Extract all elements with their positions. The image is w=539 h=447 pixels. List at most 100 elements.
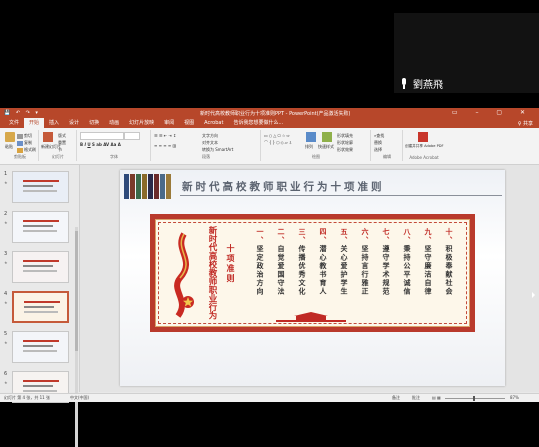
text-direction-button[interactable]: 文字方向 bbox=[202, 133, 218, 139]
quick-styles-icon[interactable] bbox=[322, 132, 332, 142]
group-label-adobe: Adobe Acrobat bbox=[409, 155, 439, 160]
align-text-button[interactable]: 对齐文本 bbox=[202, 140, 218, 146]
animation-star-icon: ★ bbox=[4, 340, 8, 345]
language-indicator[interactable]: 中文(中国) bbox=[70, 395, 89, 401]
shape-fill-button[interactable]: 形状填充 bbox=[337, 133, 353, 139]
comments-button[interactable]: 批注 bbox=[412, 395, 420, 401]
font-style-buttons[interactable]: B I U S ab AV Aa A bbox=[80, 142, 121, 147]
group-clipboard: 粘贴 剪切 复制 格式刷 剪贴板 bbox=[2, 130, 39, 161]
find-button[interactable]: ⌕查找 bbox=[374, 133, 384, 139]
thumbnail-4[interactable]: 4 ★ bbox=[2, 291, 76, 327]
select-button[interactable]: 选择 bbox=[374, 147, 382, 153]
arrange-button[interactable]: 排列 bbox=[305, 144, 313, 150]
replace-button[interactable]: 替换 bbox=[374, 140, 382, 146]
rule-item: 三、传播优秀文化 bbox=[298, 228, 307, 296]
window-controls[interactable]: ▭ – ▢ ✕ bbox=[452, 109, 533, 116]
scissors-icon bbox=[17, 133, 23, 139]
thumbnail-number: 4 bbox=[4, 291, 8, 297]
thumbnail-number: 1 bbox=[4, 171, 8, 177]
brush-icon bbox=[17, 147, 23, 153]
section-button[interactable]: 节 bbox=[58, 147, 62, 153]
group-font: B I U S ab AV Aa A 字体 bbox=[78, 130, 151, 161]
thumbnail-number: 6 bbox=[4, 371, 8, 377]
thumbnail-2[interactable]: 2 ★ bbox=[2, 211, 76, 247]
thumbnail-image[interactable] bbox=[12, 211, 69, 243]
tab-10[interactable]: 告诉我您想要做什么... bbox=[228, 118, 288, 128]
animation-star-icon: ★ bbox=[4, 220, 8, 225]
align-buttons[interactable]: ≡ ≡ ≡ ≡ ▥ bbox=[154, 143, 176, 148]
mouse-pointer-icon bbox=[532, 292, 535, 298]
animation-star-icon: ★ bbox=[4, 300, 8, 305]
thumbnail-3[interactable]: 3 ★ bbox=[2, 251, 76, 287]
title-underline bbox=[180, 195, 502, 196]
thumbnail-5[interactable]: 5 ★ bbox=[2, 331, 76, 367]
smartart-button[interactable]: 转换为 SmartArt bbox=[202, 147, 233, 153]
animation-star-icon: ★ bbox=[4, 180, 8, 185]
layout-button[interactable]: 版式 bbox=[58, 133, 66, 139]
thumbnail-image[interactable] bbox=[12, 291, 69, 323]
paste-button[interactable]: 粘贴 bbox=[5, 144, 13, 150]
tab-7[interactable]: 审阅 bbox=[159, 118, 179, 128]
tab-6[interactable]: 幻灯片放映 bbox=[124, 118, 159, 128]
group-adobe: 创建并共享 Adobe PDF Adobe Acrobat bbox=[404, 130, 444, 161]
tab-2[interactable]: 插入 bbox=[44, 118, 64, 128]
quick-access-toolbar[interactable]: 💾 ↶ ↷ ▾ bbox=[4, 110, 40, 116]
participant-label: 劉燕飛 bbox=[400, 76, 443, 91]
group-label-slides: 幻灯片 bbox=[52, 154, 64, 159]
tab-5[interactable]: 动画 bbox=[104, 118, 124, 128]
format-painter-button[interactable]: 格式刷 bbox=[17, 147, 36, 153]
font-size-select[interactable] bbox=[124, 132, 140, 140]
zoom-slider[interactable] bbox=[445, 396, 505, 401]
thumbnail-1[interactable]: 1 ★ bbox=[2, 171, 76, 207]
shape-outline-button[interactable]: 形状轮廓 bbox=[337, 140, 353, 146]
shapes-gallery-row2[interactable]: ⌒{}⬡◇▱⇩ bbox=[264, 140, 293, 146]
font-name-select[interactable] bbox=[80, 132, 124, 140]
window-title: 新时代高校教师职业行为十项准则PPT - PowerPoint(产品激活失败) bbox=[200, 111, 351, 117]
slide-counter: 幻灯片 第 4 张，共 11 张 bbox=[4, 395, 50, 400]
group-editing: ⌕查找 替换 选择 编辑 bbox=[372, 130, 403, 161]
zoom-level[interactable]: 87% bbox=[510, 395, 519, 400]
microphone-icon[interactable] bbox=[400, 78, 408, 89]
notes-button[interactable]: 备注 bbox=[392, 395, 400, 401]
ribbon-emblem-icon bbox=[174, 232, 194, 318]
tab-0[interactable]: 文件 bbox=[4, 118, 24, 128]
group-label-paragraph: 段落 bbox=[202, 154, 210, 159]
tab-3[interactable]: 设计 bbox=[64, 118, 84, 128]
paste-icon[interactable] bbox=[5, 132, 15, 142]
new-slide-icon[interactable] bbox=[43, 132, 53, 142]
rules-frame: 新时代高校教师职业行为 十项准则 一、坚定政治方向 二、自觉爱国守法 三、传播优秀文… bbox=[150, 214, 475, 332]
cut-button[interactable]: 剪切 bbox=[17, 133, 32, 139]
slide-title: 新时代高校教师职业行为十项准则 bbox=[182, 181, 385, 193]
adobe-pdf-icon[interactable] bbox=[418, 132, 428, 142]
rule-item: 五、关心爱护学生 bbox=[340, 228, 349, 296]
ribbon-tabs: 文件 开始 插入 设计 切换 动画 幻灯片放映 审阅 视图 Acrobat 告诉我您想要做什么...… bbox=[0, 118, 539, 128]
quick-styles-button[interactable]: 快速样式 bbox=[318, 144, 334, 150]
tab-9[interactable]: Acrobat bbox=[199, 119, 228, 128]
rule-item: 九、坚守廉洁自律 bbox=[424, 228, 433, 296]
arrange-icon[interactable] bbox=[306, 132, 316, 142]
list-buttons[interactable]: ☰ ☰ ⇤ ⇥ ↕ bbox=[154, 133, 176, 138]
tab-1[interactable]: 开始 bbox=[24, 118, 45, 128]
rules-list: 一、坚定政治方向 二、自觉爱国守法 三、传播优秀文化 四、潜心教书育人 五、关心爱护学生… bbox=[250, 228, 464, 318]
vertical-title: 新时代高校教师职业行为 bbox=[207, 226, 217, 320]
reset-button[interactable]: 重置 bbox=[58, 140, 66, 146]
create-pdf-button[interactable]: 创建并共享 Adobe PDF bbox=[405, 144, 444, 149]
rule-item: 四、潜心教书育人 bbox=[319, 228, 328, 296]
tab-4[interactable]: 切换 bbox=[84, 118, 104, 128]
current-slide[interactable]: 新时代高校教师职业行为十项准则 新时代高校教师职业行为 十项准则 一、坚定政治方… bbox=[120, 170, 505, 386]
powerpoint-window: 💾 ↶ ↷ ▾ 新时代高校教师职业行为十项准则PPT - PowerPoint(… bbox=[0, 108, 539, 447]
participant-name: 劉燕飛 bbox=[413, 80, 443, 91]
group-slides: 新建幻灯片 版式 重置 节 幻灯片 bbox=[40, 130, 77, 161]
rule-item: 十、积极奉献社会 bbox=[445, 228, 454, 296]
tab-8[interactable]: 视图 bbox=[179, 118, 199, 128]
rule-item: 七、遵守学术规范 bbox=[382, 228, 391, 296]
thumbnail-image[interactable] bbox=[12, 251, 69, 283]
share-button[interactable]: ♀ 共享 bbox=[518, 120, 533, 127]
view-buttons[interactable]: ▤ ▦ bbox=[432, 395, 441, 400]
shape-effects-button[interactable]: 形状效果 bbox=[337, 147, 353, 153]
copy-button[interactable]: 复制 bbox=[17, 140, 32, 146]
thumbnail-image[interactable] bbox=[12, 331, 69, 363]
thumbnail-image[interactable] bbox=[12, 171, 69, 203]
slide-editing-area: 新时代高校教师职业行为十项准则 新时代高校教师职业行为 十项准则 一、坚定政治方… bbox=[80, 165, 539, 392]
shapes-gallery[interactable]: ▭○△⬠☆⇨ bbox=[264, 133, 291, 138]
